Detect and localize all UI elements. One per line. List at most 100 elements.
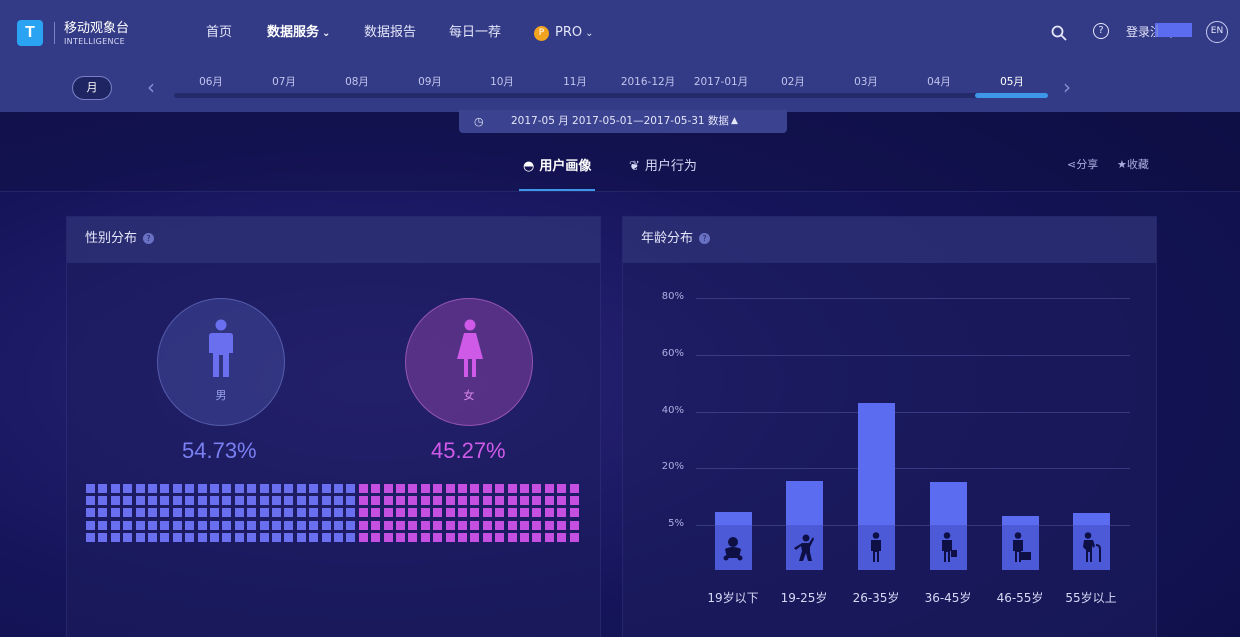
timeline-month[interactable]: 04月 xyxy=(904,74,974,89)
logo-icon[interactable]: T xyxy=(17,20,43,46)
gender-dot xyxy=(296,508,306,518)
gender-dot xyxy=(148,484,157,493)
gender-dot xyxy=(482,508,492,518)
bar-19-25岁[interactable] xyxy=(785,481,823,570)
youth-icon xyxy=(793,534,815,566)
timeline-month[interactable]: 08月 xyxy=(322,74,392,89)
timeline-month[interactable]: 05月 xyxy=(977,74,1047,89)
gender-dot xyxy=(98,520,108,530)
gender-dot xyxy=(470,496,480,506)
gender-dot xyxy=(557,484,567,493)
tab-active-indicator xyxy=(519,189,595,191)
search-icon[interactable] xyxy=(1051,25,1067,41)
gender-dot xyxy=(172,484,182,493)
timeline-month[interactable]: 07月 xyxy=(249,74,319,89)
favorite-button[interactable]: ★收藏 xyxy=(1117,156,1149,172)
timeline-month[interactable]: 02月 xyxy=(758,74,828,89)
gender-dot xyxy=(197,484,207,493)
timeline-month[interactable]: 11月 xyxy=(540,74,610,89)
gender-dot xyxy=(185,484,195,493)
timeline-month[interactable]: 10月 xyxy=(467,74,537,89)
gender-dot xyxy=(544,484,554,493)
gender-dot xyxy=(420,496,430,506)
gender-dot xyxy=(470,484,480,493)
gender-dot xyxy=(371,484,381,493)
tab-user-profile[interactable]: ◓ 用户画像 xyxy=(523,155,591,174)
gender-dot xyxy=(259,520,269,530)
gender-dot xyxy=(234,532,244,542)
nav-data-report[interactable]: 数据报告 xyxy=(364,0,416,66)
gender-dot xyxy=(296,496,306,506)
gender-dot xyxy=(408,496,418,506)
male-label: 男 xyxy=(215,389,227,402)
help-icon[interactable]: ? xyxy=(143,233,155,244)
gender-dot xyxy=(296,520,306,530)
gender-dot xyxy=(532,484,542,493)
bar-19岁以下[interactable] xyxy=(714,511,752,570)
gender-dot xyxy=(148,496,157,506)
gender-dot xyxy=(110,496,120,506)
language-toggle[interactable]: EN xyxy=(1206,21,1228,43)
gender-dot xyxy=(420,520,430,530)
chevron-left-icon[interactable]: ‹ xyxy=(147,75,155,99)
help-icon[interactable]: ? xyxy=(699,233,711,244)
gender-dot xyxy=(148,520,157,530)
y-tick-label: 20% xyxy=(661,461,684,472)
gender-dot xyxy=(259,508,269,518)
gender-dot xyxy=(396,496,405,506)
age-panel-header: 年龄分布? xyxy=(623,217,1156,263)
gender-dot xyxy=(309,496,319,506)
timeline-month[interactable]: 06月 xyxy=(176,74,246,89)
bar-55岁以上[interactable] xyxy=(1072,512,1110,570)
gender-dot xyxy=(284,484,294,493)
nav-home[interactable]: 首页 xyxy=(206,0,232,66)
login-link[interactable]: 登录 xyxy=(1126,25,1150,39)
gender-dot xyxy=(172,508,182,518)
bar-36-45岁[interactable] xyxy=(929,482,967,570)
timeline-month[interactable]: 03月 xyxy=(831,74,901,89)
gender-dot xyxy=(321,520,331,530)
tab-user-behavior[interactable]: ❦ 用户行为 xyxy=(629,155,697,174)
brand-name[interactable]: 移动观象台 xyxy=(64,17,129,36)
gender-dot xyxy=(197,508,207,518)
baby-icon xyxy=(722,536,744,566)
gender-dot xyxy=(197,520,207,530)
gender-dot xyxy=(433,484,443,493)
office-worker-icon xyxy=(1009,532,1031,566)
gender-dot xyxy=(569,484,579,493)
gender-dot xyxy=(110,484,120,493)
help-icon[interactable]: ? xyxy=(1093,23,1109,39)
bar-26-35岁[interactable] xyxy=(857,403,895,570)
age-panel-title: 年龄分布 xyxy=(641,231,694,246)
gender-dot xyxy=(309,532,319,542)
bar-46-55岁[interactable] xyxy=(1001,515,1039,570)
share-button[interactable]: ⋖分享 xyxy=(1067,156,1098,172)
gender-dot xyxy=(358,484,368,493)
timeline-track[interactable] xyxy=(174,93,1047,98)
period-mode-button[interactable]: 月 xyxy=(72,76,112,100)
gender-dot xyxy=(507,508,517,518)
gender-dot xyxy=(86,484,95,493)
gender-dot xyxy=(185,520,195,530)
timeline-month[interactable]: 09月 xyxy=(395,74,465,89)
nav-pro[interactable]: P PRO ⌄ xyxy=(534,0,594,66)
timeline-month[interactable]: 2016-12月 xyxy=(613,74,683,89)
nav-data-service[interactable]: 数据服务 ⌄ xyxy=(267,0,330,66)
gender-dot xyxy=(346,532,356,542)
gender-dot xyxy=(383,520,393,530)
timeline-month[interactable]: 2017-01月 xyxy=(686,74,756,89)
gender-dot xyxy=(334,520,343,530)
gender-dot xyxy=(247,496,257,506)
gender-dot xyxy=(123,496,133,506)
gender-dot xyxy=(185,496,195,506)
gender-dot xyxy=(532,496,542,506)
chevron-right-icon[interactable]: › xyxy=(1063,75,1071,99)
grid-line xyxy=(696,468,1130,469)
date-range-bar[interactable]: ◷ 2017-05 月 2017-05-01—2017-05-31 数据 ▲ xyxy=(459,110,787,133)
timeline-selected-segment[interactable] xyxy=(975,93,1048,98)
gender-dot xyxy=(197,496,207,506)
gender-dot xyxy=(346,520,356,530)
gender-dot xyxy=(383,484,393,493)
gender-dot xyxy=(296,532,306,542)
nav-daily-pick[interactable]: 每日一荐 xyxy=(449,0,501,66)
